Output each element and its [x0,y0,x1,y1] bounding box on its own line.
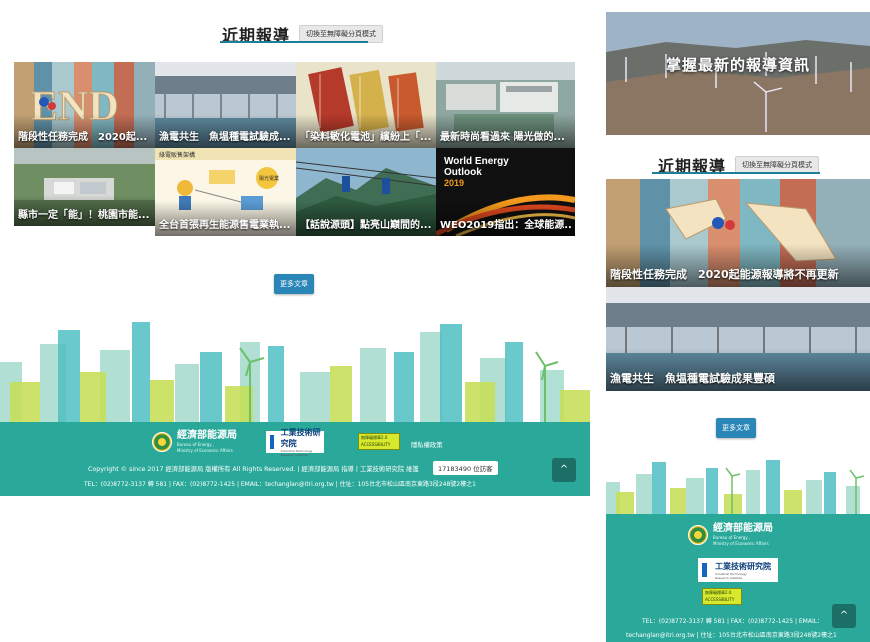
itri-name: 工業技術研究院 [280,428,321,448]
news-caption: 全台首張再生能源售電業執... [159,220,291,231]
accessibility-badge[interactable]: 無障礙標章2.0 ACCESSIBILITY [702,588,742,605]
title-underline [220,41,368,43]
mobile-view: 掌握最新的報導資訊 近期報導 切換至無障礙分頁模式 階段性任務完成 2020起能… [606,12,870,642]
news-card[interactable]: 階段性任務完成 2020起能源報導將不再更新 [606,179,870,287]
mobile-title-underline [652,172,820,174]
hero-banner: 掌握最新的報導資訊 [606,12,870,135]
more-articles-button[interactable]: 更多文章 [274,274,314,294]
mobile-footer: 經濟部能源局 Bureau of Energy , Ministry of Ec… [606,514,870,642]
ebea-seal-icon [152,432,172,452]
news-grid: END 階段性任務完成 2020起... 漁電共生 魚塭種電試驗成... 「染料… [14,62,575,236]
ebea-en2: Ministry of Economic Affairs [713,541,769,546]
city-skyline-icon [0,322,590,422]
footer: 經濟部能源局 Bureau of Energy , Ministry of Ec… [0,422,590,496]
chevron-up-icon: ^ [559,464,569,475]
news-card[interactable]: 漁電共生 魚塭種電試驗成果豐碩 [606,287,870,391]
weo-line1: World Energy [444,156,509,167]
itri-logo[interactable]: 工業技術研究院 Industrial Technology Research I… [266,428,324,457]
desktop-view: 近期報導 切換至無障礙分頁模式 END 階段性任務完成 2020起... 漁電共… [0,0,590,642]
mobile-back-to-top-button[interactable]: ^ [832,604,856,628]
ebea-logo[interactable]: 經濟部能源局 Bureau of Energy , Ministry of Ec… [152,431,237,453]
acc-line2: ACCESSIBILITY [361,442,391,447]
contact-text-2: techanglan@itri.org.tw | 住址：105台北市松山區南京東… [626,632,837,639]
diagram-sub: 陽光電業 [259,175,279,182]
news-card[interactable]: 綠電販售架構 陽光電業 全台首張再生能源售電業執... [155,148,296,236]
news-caption: 縣市一定「能」！桃園市能... [18,210,150,221]
banner-title: 掌握最新的報導資訊 [665,56,810,74]
news-caption: 漁電共生 魚塭種電試驗成果豐碩 [610,372,775,385]
ebea-name: 經濟部能源局 [713,523,773,534]
news-caption: WEO2019指出：全球能源... [440,220,571,231]
weo-line3: 2019 [444,178,464,188]
news-card[interactable]: END 階段性任務完成 2020起... [14,62,155,148]
news-card[interactable]: 最新時尚看過來 陽光做的... [436,62,575,148]
news-caption: 最新時尚看過來 陽光做的... [440,132,565,143]
news-caption: 階段性任務完成 2020起能源報導將不再更新 [610,268,839,281]
privacy-link[interactable]: 隱私權政策 [411,440,442,449]
itri-name: 工業技術研究院 [715,561,771,571]
acc-line1: 無障礙標章2.0 [361,435,388,440]
weo-line2: Outlook [444,167,482,178]
news-card[interactable]: World Energy Outlook 2019 WEO2019指出：全球能源… [436,148,575,236]
itri-logo[interactable]: 工業技術研究院 Industrial Technology Research I… [698,558,778,582]
ebea-en1: Bureau of Energy , [713,535,751,540]
visitor-counter: 17183490 位訪客 [433,461,498,475]
itri-logo-icon [702,563,712,577]
acc-line1: 無障礙標章2.0 [705,590,732,595]
copyright-text: Copyright © since 2017 經濟部能源局 版權所有 All R… [88,466,419,473]
ebea-en2: Ministry of Economic Affairs [177,448,233,453]
news-card[interactable]: 「染料敏化電池」繽紛上「... [296,62,436,148]
ebea-name: 經濟部能源局 [177,430,237,441]
mobile-more-articles-button[interactable]: 更多文章 [716,418,756,438]
diagram-title: 綠電販售架構 [159,151,195,159]
news-caption: 階段性任務完成 2020起... [18,132,148,143]
news-card[interactable]: 【話說源頭】點亮山巔間的... [296,148,436,236]
city-skyline-icon [606,460,865,514]
news-card[interactable]: 漁電共生 魚塭種電試驗成... [155,62,296,148]
itri-en2: Research Institute [280,453,308,457]
news-caption: 「染料敏化電池」繽紛上「... [300,132,432,143]
itri-en2: Research Institute [715,575,743,580]
contact-text-1: TEL：(02)8772-3137 轉 581 | FAX：(02)8772-1… [642,618,824,625]
ebea-seal-icon [688,525,708,545]
itri-logo-icon [270,435,278,449]
news-caption: 漁電共生 魚塭種電試驗成... [159,132,291,143]
chevron-up-icon: ^ [839,610,849,621]
news-caption: 【話說源頭】點亮山巔間的... [300,220,432,231]
back-to-top-button[interactable]: ^ [552,458,576,482]
contact-text: TEL：(02)8772-3137 轉 581 | FAX：(02)8772-1… [84,481,476,488]
news-card[interactable]: 縣市一定「能」！桃園市能... [14,148,155,226]
acc-line2: ACCESSIBILITY [705,597,735,602]
ebea-logo[interactable]: 經濟部能源局 Bureau of Energy , Ministry of Ec… [688,524,773,546]
accessibility-badge[interactable]: 無障礙標章2.0 ACCESSIBILITY [358,433,400,450]
ebea-en1: Bureau of Energy , [177,442,215,447]
